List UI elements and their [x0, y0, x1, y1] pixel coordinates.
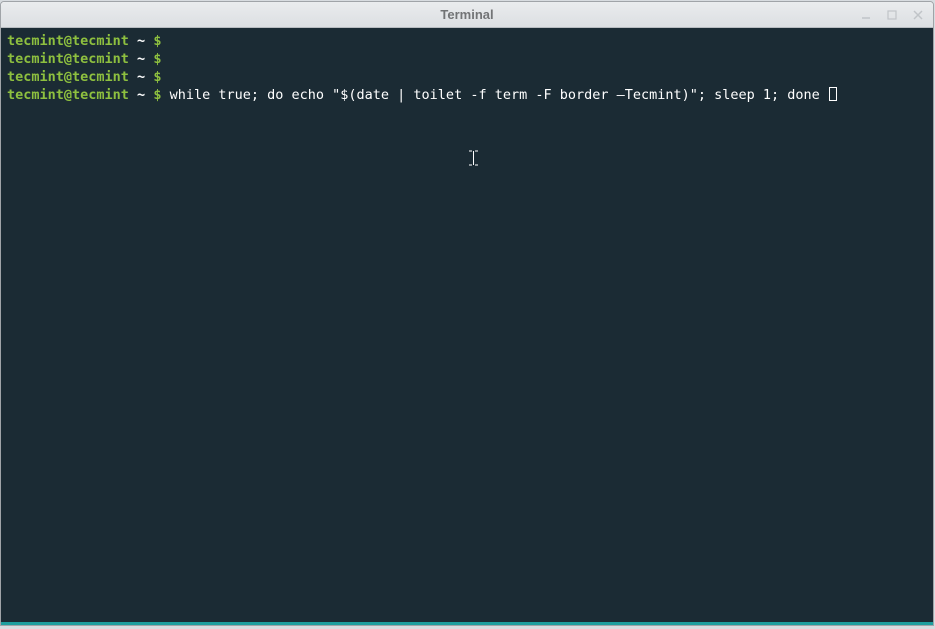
prompt-dollar: $ — [153, 69, 161, 85]
prompt-sep: ~ — [129, 69, 153, 85]
prompt-sep: ~ — [129, 33, 153, 49]
titlebar[interactable]: Terminal — [1, 2, 933, 28]
minimize-button[interactable] — [859, 8, 873, 22]
prompt-user: tecmint@tecmint — [7, 87, 129, 103]
terminal-line: tecmint@tecmint ~ $ — [7, 50, 927, 68]
prompt-sep: ~ — [129, 87, 153, 103]
close-button[interactable] — [911, 8, 925, 22]
maximize-button[interactable] — [885, 8, 899, 22]
text-cursor-icon — [469, 150, 478, 170]
prompt-user: tecmint@tecmint — [7, 69, 129, 85]
terminal-window: Terminal tecmint@tecmint ~ $ tecmint@tec… — [0, 1, 934, 626]
prompt-user: tecmint@tecmint — [7, 33, 129, 49]
command-text: while true; do echo "$(date | toilet -f … — [170, 87, 828, 103]
cursor-icon — [829, 87, 837, 101]
window-controls — [859, 2, 925, 27]
window-title: Terminal — [440, 7, 493, 22]
prompt-user: tecmint@tecmint — [7, 51, 129, 67]
prompt-dollar: $ — [153, 51, 161, 67]
terminal-body[interactable]: tecmint@tecmint ~ $ tecmint@tecmint ~ $ … — [1, 28, 933, 625]
terminal-line: tecmint@tecmint ~ $ — [7, 68, 927, 86]
prompt-dollar: $ — [153, 33, 161, 49]
prompt-sep: ~ — [129, 51, 153, 67]
terminal-line: tecmint@tecmint ~ $ — [7, 32, 927, 50]
terminal-line: tecmint@tecmint ~ $ while true; do echo … — [7, 86, 927, 104]
